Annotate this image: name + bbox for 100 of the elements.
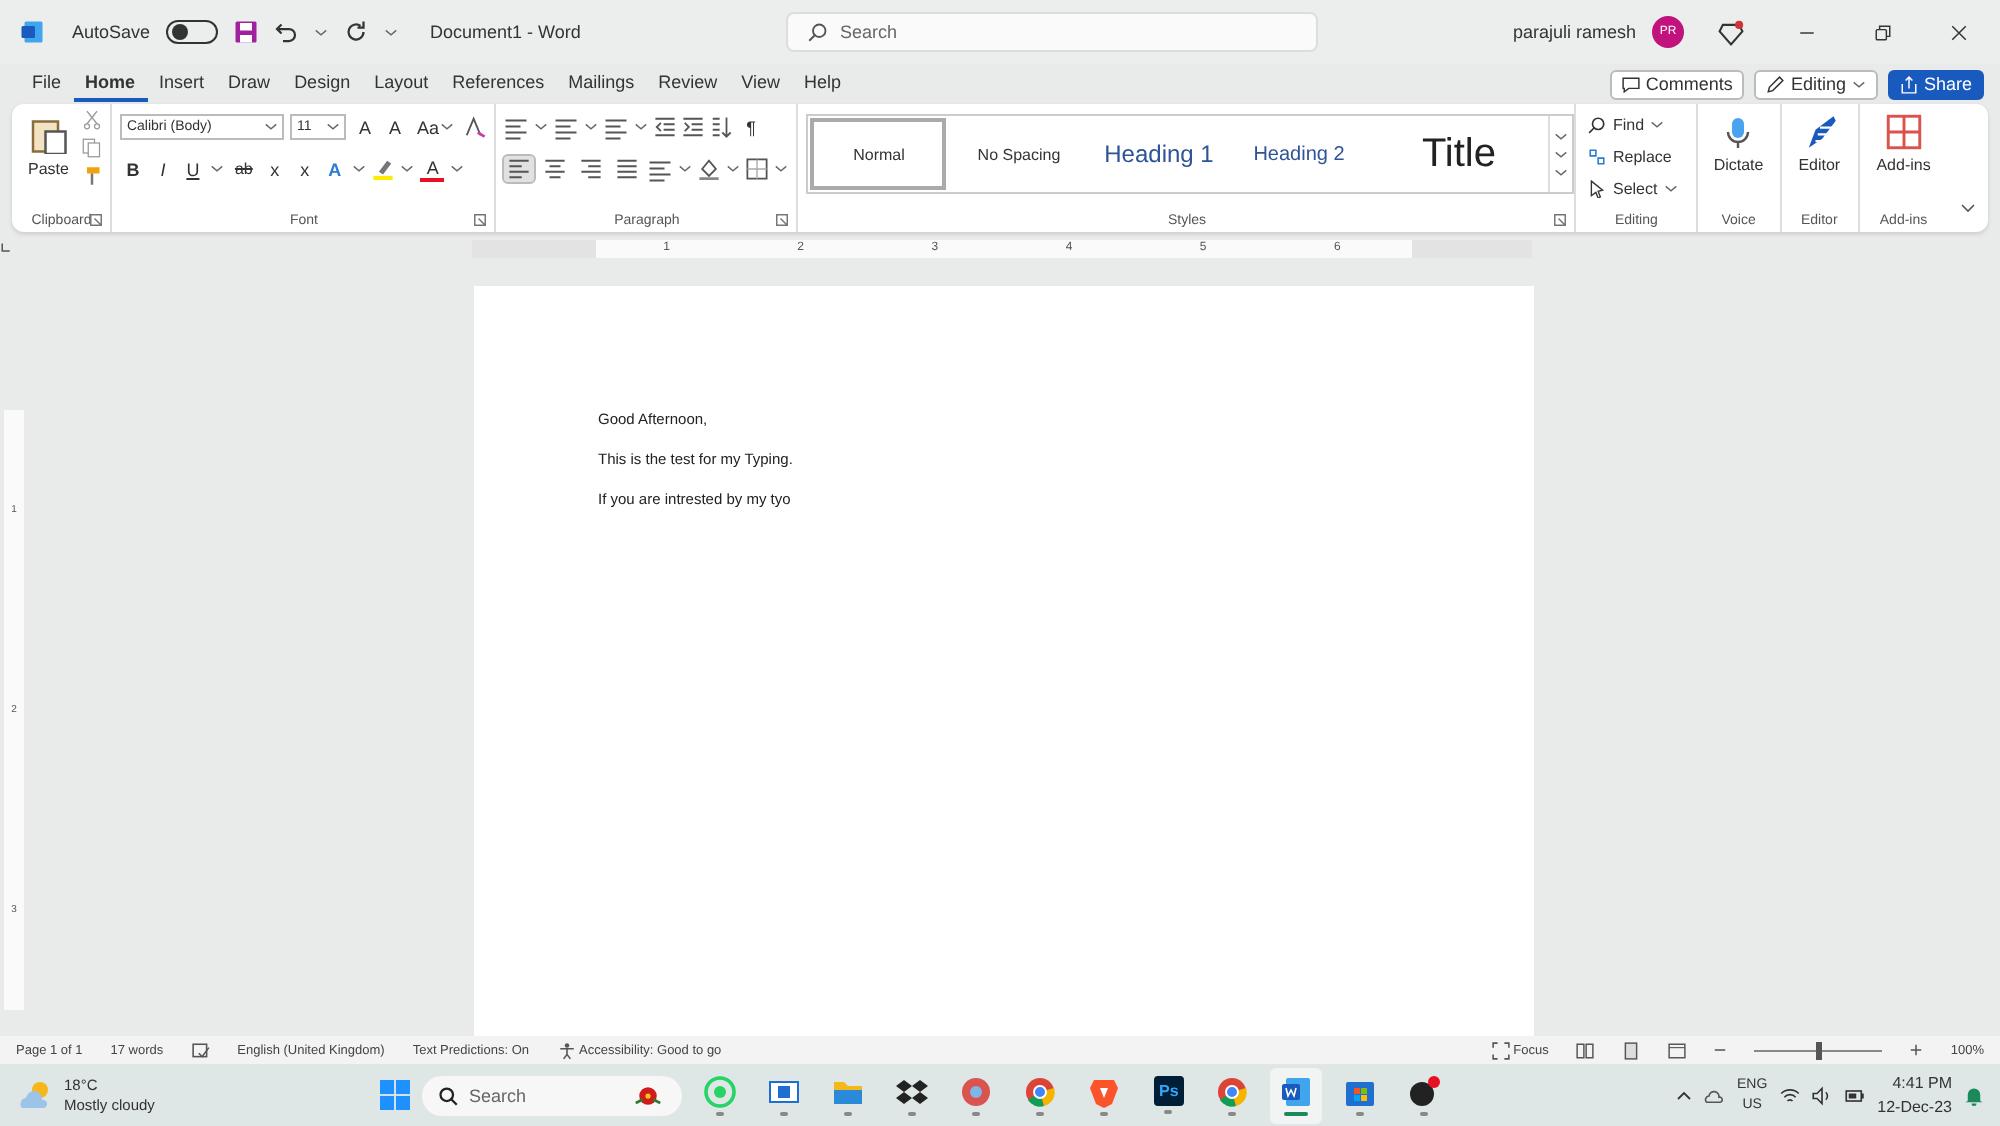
decrease-indent-icon[interactable]	[654, 116, 677, 138]
select-button[interactable]: Select	[1584, 174, 1688, 202]
read-mode-icon[interactable]	[1576, 1041, 1595, 1059]
window-icon[interactable]	[768, 1075, 801, 1107]
battery-icon[interactable]	[1843, 1085, 1866, 1105]
taskbar-search-field[interactable]: Search	[422, 1075, 683, 1115]
caret-icon[interactable]	[634, 120, 649, 134]
show-marks-button[interactable]: ¶	[738, 115, 763, 139]
caret-icon[interactable]	[678, 162, 693, 176]
speaker-icon[interactable]	[1811, 1085, 1832, 1105]
format-painter-icon[interactable]	[82, 166, 103, 186]
line-spacing-icon[interactable]	[648, 157, 673, 181]
dropbox-icon[interactable]	[896, 1075, 929, 1107]
numbering-icon[interactable]	[554, 115, 579, 139]
undo-icon[interactable]	[274, 20, 299, 44]
web-layout-icon[interactable]	[1668, 1041, 1687, 1059]
focus-icon[interactable]	[1491, 1041, 1510, 1059]
app-logo-icon[interactable]	[20, 20, 44, 44]
cut-icon[interactable]	[82, 110, 103, 130]
caret-icon[interactable]	[352, 162, 367, 176]
search-field[interactable]: Search	[786, 12, 1319, 52]
caret-icon[interactable]	[210, 162, 225, 176]
find-button[interactable]: Find	[1584, 110, 1688, 138]
caret-icon[interactable]	[326, 120, 341, 134]
menu-tab[interactable]: Insert	[147, 66, 217, 102]
cloud-icon[interactable]	[1704, 1085, 1725, 1105]
subscript-button[interactable]: x	[262, 157, 287, 181]
bold-button[interactable]: B	[120, 157, 145, 181]
autosave-toggle[interactable]	[166, 20, 219, 44]
clock-date[interactable]: 12-Dec-23	[1877, 1095, 1952, 1118]
diamond-icon[interactable]	[1717, 19, 1743, 45]
browser-icon[interactable]	[1024, 1075, 1057, 1107]
zoom-in-button[interactable]	[1910, 1044, 1923, 1056]
zoom-out-button[interactable]	[1714, 1044, 1727, 1056]
caret-icon[interactable]	[264, 120, 279, 134]
italic-button[interactable]: I	[150, 157, 175, 181]
align-button[interactable]	[504, 156, 535, 182]
align-button[interactable]	[576, 156, 607, 182]
menu-tab[interactable]: Mailings	[556, 66, 647, 102]
save-icon[interactable]	[234, 20, 259, 44]
dialog-launcher-icon[interactable]	[90, 214, 103, 226]
bullets-icon[interactable]	[504, 115, 529, 139]
caret-icon[interactable]	[314, 25, 329, 39]
align-button[interactable]	[612, 156, 643, 182]
text-effects-button[interactable]: A	[322, 157, 347, 181]
app-icon[interactable]	[1408, 1075, 1441, 1107]
caret-icon[interactable]	[1663, 181, 1678, 195]
menu-tab[interactable]: Review	[646, 66, 730, 102]
multilevel-list-icon[interactable]	[604, 115, 629, 139]
superscript-button[interactable]: x	[292, 157, 317, 181]
search-icon[interactable]	[808, 22, 829, 42]
caret-icon[interactable]	[1851, 77, 1866, 91]
editor-button[interactable]: Editor	[1790, 110, 1849, 208]
menu-tab[interactable]: Layout	[362, 66, 441, 102]
caret-icon[interactable]	[1650, 117, 1665, 131]
bell-icon[interactable]	[1964, 1085, 1984, 1105]
editing-button[interactable]: Editing	[1754, 69, 1878, 99]
start-icon[interactable]	[380, 1080, 411, 1110]
collapse-ribbon-icon[interactable]	[1959, 200, 1976, 216]
sort-icon[interactable]	[710, 116, 733, 138]
accessibility-icon[interactable]	[557, 1041, 575, 1059]
dialog-launcher-icon[interactable]	[1554, 214, 1567, 226]
caret-icon[interactable]	[584, 120, 599, 134]
caret-icon[interactable]	[726, 162, 741, 176]
comments-button[interactable]: Comments	[1609, 69, 1745, 99]
strikethrough-button[interactable]: ab	[230, 158, 257, 180]
shading-icon[interactable]	[698, 158, 721, 180]
caret-icon[interactable]	[774, 162, 789, 176]
wifi-icon[interactable]	[1779, 1085, 1800, 1105]
menu-tab[interactable]: Design	[282, 66, 363, 102]
dialog-launcher-icon[interactable]	[776, 214, 789, 226]
caret-icon[interactable]	[440, 120, 455, 134]
clear-formatting-icon[interactable]	[464, 116, 487, 138]
document-app-icon[interactable]	[1280, 1075, 1313, 1107]
clock-time[interactable]: 4:41 PM	[1892, 1072, 1952, 1095]
increase-indent-icon[interactable]	[682, 116, 705, 138]
menu-tab[interactable]: File	[20, 66, 74, 102]
menu-tab[interactable]: Draw	[216, 66, 283, 102]
font-color-button[interactable]: A	[420, 156, 445, 182]
restore-icon[interactable]	[1873, 23, 1891, 41]
menu-tab[interactable]: View	[729, 66, 793, 102]
paste-button[interactable]: Paste	[20, 110, 77, 208]
menu-tab[interactable]: Help	[792, 66, 854, 102]
print-layout-icon[interactable]	[1622, 1041, 1641, 1059]
add-ins-button[interactable]: Add-ins	[1868, 110, 1939, 208]
caret-icon[interactable]	[450, 162, 465, 176]
borders-icon[interactable]	[746, 158, 769, 180]
taskbar-app[interactable]	[1270, 1067, 1323, 1123]
menu-tab[interactable]: References	[440, 66, 557, 102]
dictate-button[interactable]: Dictate	[1705, 110, 1772, 208]
align-button[interactable]	[540, 156, 571, 182]
caret-icon[interactable]	[384, 25, 399, 39]
style-option[interactable]: Normal	[808, 116, 949, 192]
replace-button[interactable]: Replace	[1584, 142, 1688, 170]
caret-icon[interactable]	[400, 162, 415, 176]
browser-icon[interactable]	[1216, 1075, 1249, 1107]
highlighter-icon[interactable]	[372, 158, 395, 180]
taskbar-app[interactable]: Ps	[1142, 1067, 1195, 1123]
underline-button[interactable]: U	[180, 157, 205, 181]
redo-icon[interactable]	[344, 20, 369, 44]
